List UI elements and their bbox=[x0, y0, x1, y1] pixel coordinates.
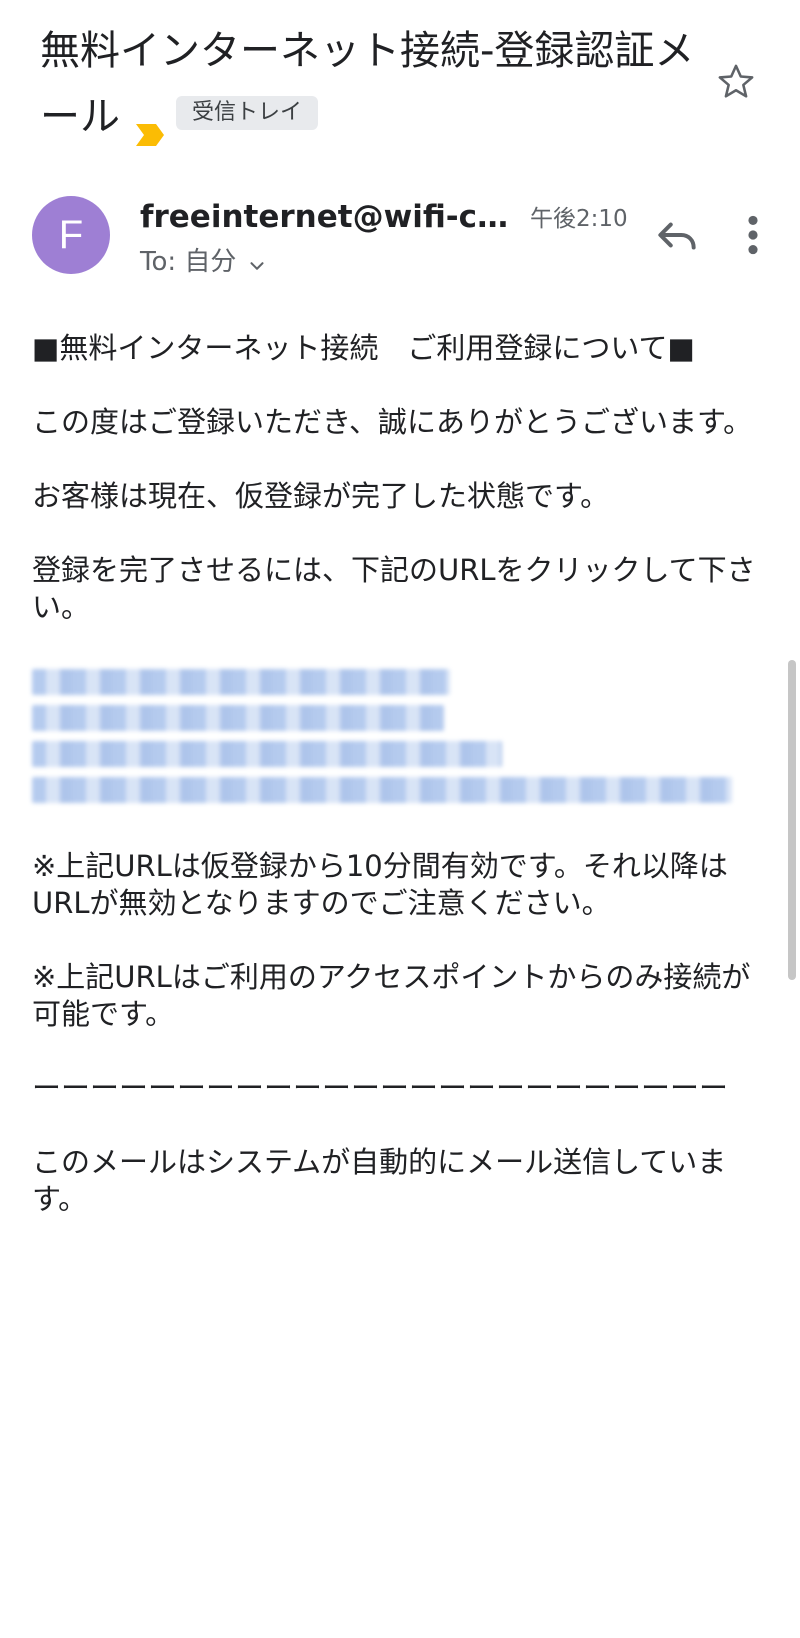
redacted-verification-link[interactable] bbox=[32, 663, 767, 811]
reply-button[interactable] bbox=[652, 210, 702, 260]
body-divider: ーーーーーーーーーーーーーーーーーーーーーーーー bbox=[32, 1071, 729, 1105]
more-vert-icon bbox=[748, 215, 758, 255]
body-paragraph-status: お客様は現在、仮登録が完了した状態です。 bbox=[32, 479, 610, 513]
label-chip-inbox[interactable]: 受信トレイ bbox=[176, 96, 319, 130]
recipient-details-toggle[interactable]: To: 自分 bbox=[140, 244, 268, 280]
body-footer: このメールはシステムが自動的にメール送信しています。 bbox=[32, 1145, 727, 1216]
redacted-link-line bbox=[32, 741, 502, 767]
chevron-down-icon bbox=[246, 251, 268, 273]
sender-name[interactable]: freeinternet@wifi-clo... bbox=[140, 196, 510, 238]
email-subject: 無料インターネット接続-登録認証メール 受信トレイ bbox=[40, 18, 720, 150]
email-header: 無料インターネット接続-登録認証メール 受信トレイ bbox=[40, 18, 720, 150]
body-note-access-point: ※上記URLはご利用のアクセスポイントからのみ接続が可能です。 bbox=[32, 960, 751, 1031]
redacted-link-line bbox=[32, 777, 732, 803]
recipient-text: To: 自分 bbox=[140, 247, 237, 277]
body-paragraph-instruction: 登録を完了させるには、下記のURLをクリックして下さい。 bbox=[32, 553, 756, 624]
body-paragraph-thanks: この度はご登録いただき、誠にありがとうございます。 bbox=[32, 405, 753, 439]
sender-avatar[interactable]: F bbox=[32, 196, 110, 274]
star-button[interactable] bbox=[714, 60, 758, 104]
star-outline-icon bbox=[718, 64, 754, 98]
scrollbar[interactable] bbox=[788, 660, 796, 980]
redacted-link-line bbox=[32, 669, 450, 695]
body-note-expiry: ※上記URLは仮登録から10分間有効です。それ以降はURLが無効となりますのでご… bbox=[32, 849, 728, 920]
redacted-link-line bbox=[32, 705, 444, 731]
reply-icon bbox=[658, 222, 696, 250]
email-body: ■無料インターネット接続 ご利用登録について■ この度はご登録いただき、誠にあり… bbox=[32, 330, 767, 1255]
important-marker-icon[interactable] bbox=[134, 102, 166, 146]
received-time: 午後2:10 bbox=[530, 206, 628, 232]
more-options-button[interactable] bbox=[738, 210, 768, 260]
body-heading: ■無料インターネット接続 ご利用登録について■ bbox=[32, 331, 695, 365]
sender-row: F freeinternet@wifi-clo... 午後2:10 To: 自分 bbox=[32, 196, 782, 286]
